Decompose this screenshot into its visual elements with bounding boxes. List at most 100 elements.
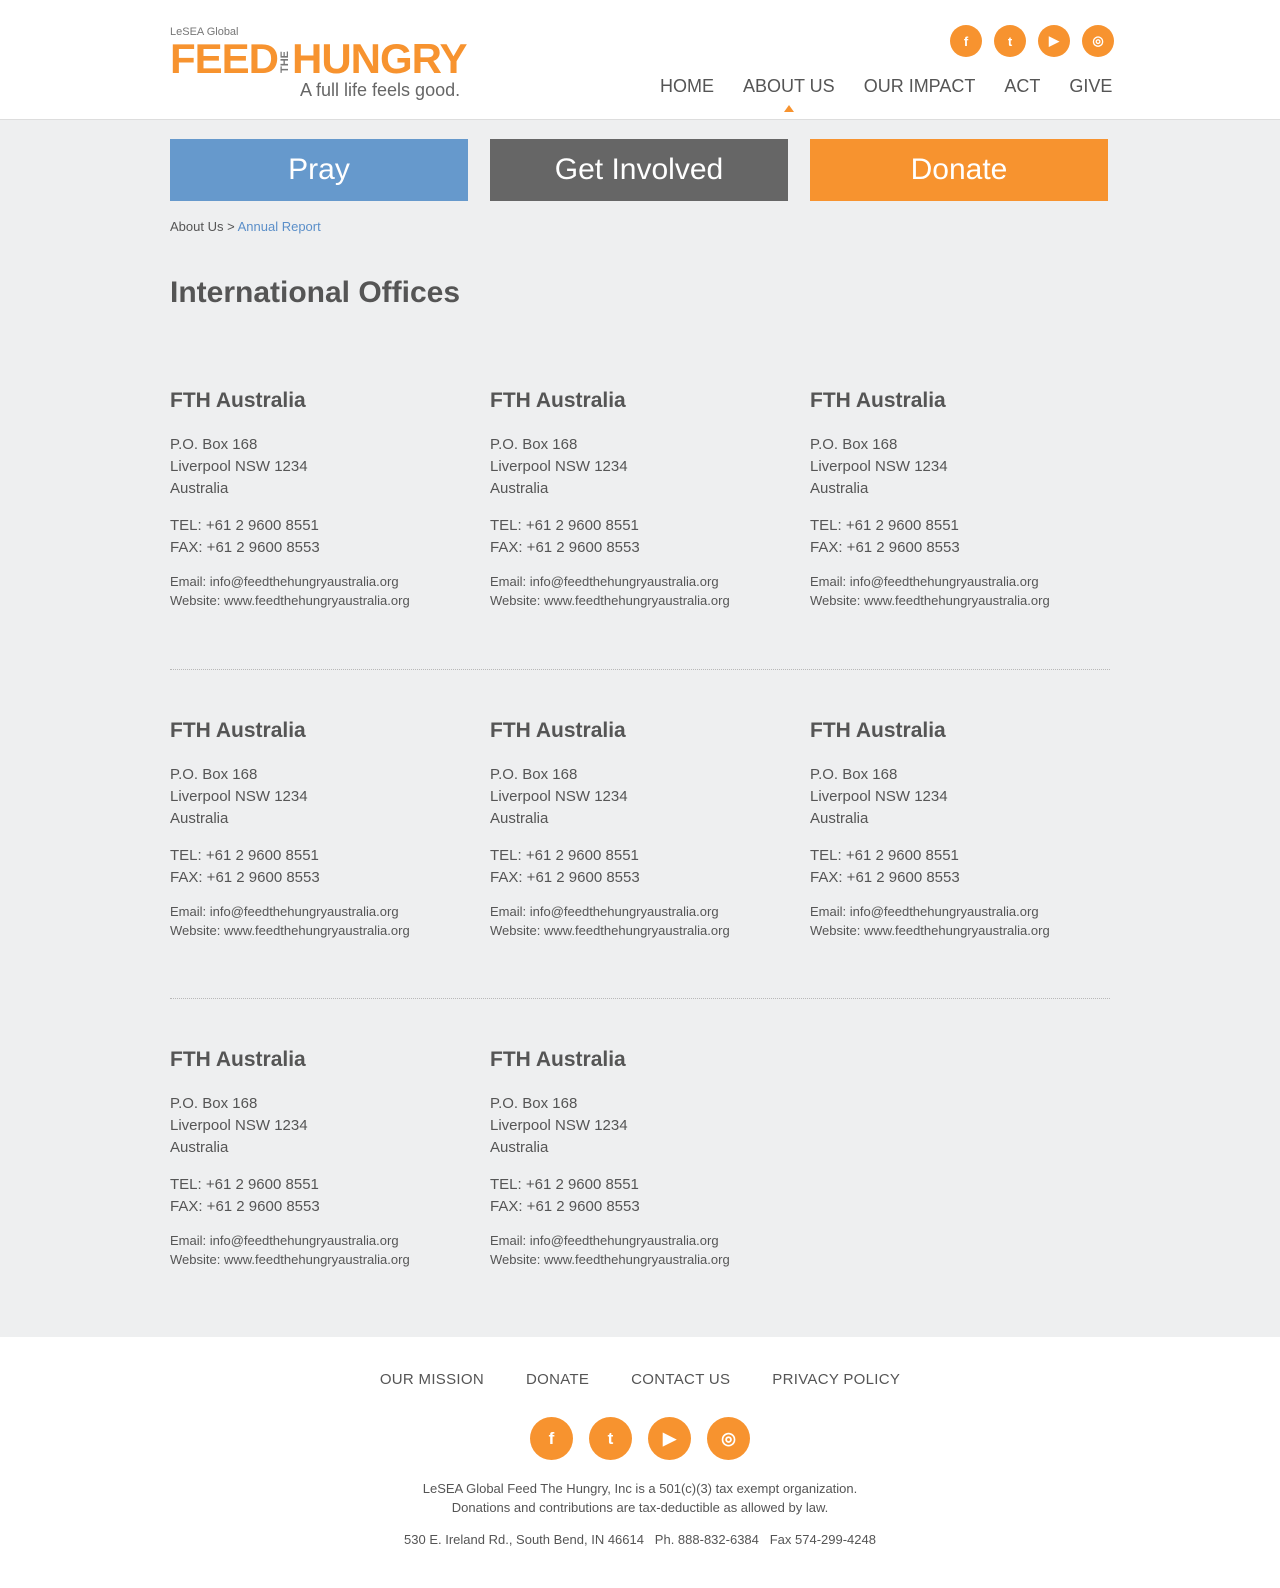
office-email[interactable]: Email: info@feedthehungryaustralia.org	[810, 902, 1110, 921]
twitter-icon[interactable]: t	[994, 25, 1026, 57]
office-website[interactable]: Website: www.feedthehungryaustralia.org	[810, 591, 1110, 610]
office-email[interactable]: Email: info@feedthehungryaustralia.org	[170, 572, 470, 591]
facebook-icon[interactable]: f	[950, 25, 982, 57]
youtube-icon[interactable]: ▶	[1038, 25, 1070, 57]
office-address-line2: Liverpool NSW 1234	[170, 788, 308, 805]
office-address-line2: Liverpool NSW 1234	[490, 1117, 628, 1134]
office-email[interactable]: Email: info@feedthehungryaustralia.org	[170, 902, 470, 921]
office-phones: TEL: +61 2 9600 8551 FAX: +61 2 9600 855…	[490, 515, 790, 559]
nav-our-impact[interactable]: OUR IMPACT	[864, 76, 976, 97]
office-name: FTH Australia	[810, 389, 946, 412]
footer-legal-line2: Donations and contributions are tax-dedu…	[451, 1500, 829, 1515]
office-website[interactable]: Website: www.feedthehungryaustralia.org	[490, 1250, 790, 1269]
office-address-line1: P.O. Box 168	[490, 1095, 578, 1112]
office-tel: TEL: +61 2 9600 8551	[490, 517, 639, 534]
office-phones: TEL: +61 2 9600 8551 FAX: +61 2 9600 855…	[170, 1174, 470, 1218]
youtube-icon[interactable]: ▶	[648, 1417, 691, 1460]
office-address-line2: Liverpool NSW 1234	[170, 458, 308, 475]
office-name: FTH Australia	[810, 719, 946, 742]
office-website[interactable]: Website: www.feedthehungryaustralia.org	[170, 1250, 470, 1269]
office-address-line2: Liverpool NSW 1234	[490, 458, 628, 475]
row-divider	[170, 669, 1110, 670]
office-tel: TEL: +61 2 9600 8551	[810, 847, 959, 864]
office-email[interactable]: Email: info@feedthehungryaustralia.org	[170, 1231, 470, 1250]
facebook-icon[interactable]: f	[530, 1417, 573, 1460]
office-card: FTH Australia P.O. Box 168 Liverpool NSW…	[490, 1047, 790, 1269]
header-social-links: f t ▶ ◎	[950, 25, 1114, 57]
site-logo[interactable]: LeSEA Global FEEDTHEHUNGRY A full life f…	[170, 24, 480, 104]
office-address-line1: P.O. Box 168	[810, 766, 898, 783]
instagram-icon[interactable]: ◎	[707, 1417, 750, 1460]
office-address: P.O. Box 168 Liverpool NSW 1234 Australi…	[170, 764, 470, 830]
office-name: FTH Australia	[170, 1048, 306, 1071]
logo-tagline: A full life feels good.	[300, 80, 461, 100]
office-fax: FAX: +61 2 9600 8553	[170, 1198, 320, 1215]
office-address-line1: P.O. Box 168	[170, 766, 258, 783]
office-phones: TEL: +61 2 9600 8551 FAX: +61 2 9600 855…	[810, 845, 1110, 889]
footer-link-contact-us[interactable]: CONTACT US	[631, 1371, 730, 1388]
instagram-icon[interactable]: ◎	[1082, 25, 1114, 57]
office-address: P.O. Box 168 Liverpool NSW 1234 Australi…	[810, 764, 1110, 830]
office-address-line1: P.O. Box 168	[810, 436, 898, 453]
office-country: Australia	[810, 480, 869, 497]
donate-button[interactable]: Donate	[810, 139, 1108, 201]
office-contact: Email: info@feedthehungryaustralia.org W…	[170, 902, 470, 940]
office-tel: TEL: +61 2 9600 8551	[170, 847, 319, 864]
office-website[interactable]: Website: www.feedthehungryaustralia.org	[170, 921, 470, 940]
office-card: FTH Australia P.O. Box 168 Liverpool NSW…	[170, 388, 470, 610]
office-country: Australia	[490, 1139, 549, 1156]
pray-button[interactable]: Pray	[170, 139, 468, 201]
office-contact: Email: info@feedthehungryaustralia.org W…	[170, 572, 470, 610]
office-fax: FAX: +61 2 9600 8553	[170, 539, 320, 556]
site-footer: OUR MISSION DONATE CONTACT US PRIVACY PO…	[0, 1337, 1280, 1588]
office-card: FTH Australia P.O. Box 168 Liverpool NSW…	[490, 388, 790, 610]
nav-act[interactable]: ACT	[1004, 76, 1040, 97]
row-divider	[170, 998, 1110, 999]
office-website[interactable]: Website: www.feedthehungryaustralia.org	[490, 921, 790, 940]
office-fax: FAX: +61 2 9600 8553	[810, 539, 960, 556]
office-website[interactable]: Website: www.feedthehungryaustralia.org	[810, 921, 1110, 940]
office-phones: TEL: +61 2 9600 8551 FAX: +61 2 9600 855…	[490, 845, 790, 889]
office-country: Australia	[490, 810, 549, 827]
twitter-icon[interactable]: t	[589, 1417, 632, 1460]
office-address-line2: Liverpool NSW 1234	[490, 788, 628, 805]
get-involved-button[interactable]: Get Involved	[490, 139, 788, 201]
office-phones: TEL: +61 2 9600 8551 FAX: +61 2 9600 855…	[170, 515, 470, 559]
office-address: P.O. Box 168 Liverpool NSW 1234 Australi…	[490, 764, 790, 830]
office-address: P.O. Box 168 Liverpool NSW 1234 Australi…	[490, 434, 790, 500]
nav-give[interactable]: GIVE	[1069, 76, 1112, 97]
footer-link-our-mission[interactable]: OUR MISSION	[380, 1371, 484, 1388]
office-address-line2: Liverpool NSW 1234	[810, 788, 948, 805]
office-email[interactable]: Email: info@feedthehungryaustralia.org	[490, 572, 790, 591]
office-fax: FAX: +61 2 9600 8553	[490, 869, 640, 886]
office-country: Australia	[810, 810, 869, 827]
office-card: FTH Australia P.O. Box 168 Liverpool NSW…	[170, 718, 470, 940]
footer-nav: OUR MISSION DONATE CONTACT US PRIVACY PO…	[0, 1371, 1280, 1388]
office-phones: TEL: +61 2 9600 8551 FAX: +61 2 9600 855…	[170, 845, 470, 889]
nav-home[interactable]: HOME	[660, 76, 714, 97]
breadcrumb-current[interactable]: Annual Report	[238, 219, 321, 234]
footer-link-privacy-policy[interactable]: PRIVACY POLICY	[772, 1371, 900, 1388]
office-address-line1: P.O. Box 168	[490, 436, 578, 453]
breadcrumb: About Us > Annual Report	[170, 219, 321, 234]
office-address-line2: Liverpool NSW 1234	[810, 458, 948, 475]
office-name: FTH Australia	[490, 719, 626, 742]
office-website[interactable]: Website: www.feedthehungryaustralia.org	[490, 591, 790, 610]
office-card: FTH Australia P.O. Box 168 Liverpool NSW…	[810, 718, 1110, 940]
office-address: P.O. Box 168 Liverpool NSW 1234 Australi…	[490, 1093, 790, 1159]
breadcrumb-parent[interactable]: About Us	[170, 219, 223, 234]
office-name: FTH Australia	[490, 389, 626, 412]
office-name: FTH Australia	[490, 1048, 626, 1071]
office-email[interactable]: Email: info@feedthehungryaustralia.org	[490, 902, 790, 921]
office-card: FTH Australia P.O. Box 168 Liverpool NSW…	[170, 1047, 470, 1269]
office-country: Australia	[490, 480, 549, 497]
office-email[interactable]: Email: info@feedthehungryaustralia.org	[810, 572, 1110, 591]
office-country: Australia	[170, 810, 229, 827]
office-address-line1: P.O. Box 168	[170, 1095, 258, 1112]
footer-link-donate[interactable]: DONATE	[526, 1371, 589, 1388]
office-email[interactable]: Email: info@feedthehungryaustralia.org	[490, 1231, 790, 1250]
office-website[interactable]: Website: www.feedthehungryaustralia.org	[170, 591, 470, 610]
office-phones: TEL: +61 2 9600 8551 FAX: +61 2 9600 855…	[490, 1174, 790, 1218]
nav-about-us[interactable]: ABOUT US	[743, 76, 835, 112]
office-address-line1: P.O. Box 168	[170, 436, 258, 453]
